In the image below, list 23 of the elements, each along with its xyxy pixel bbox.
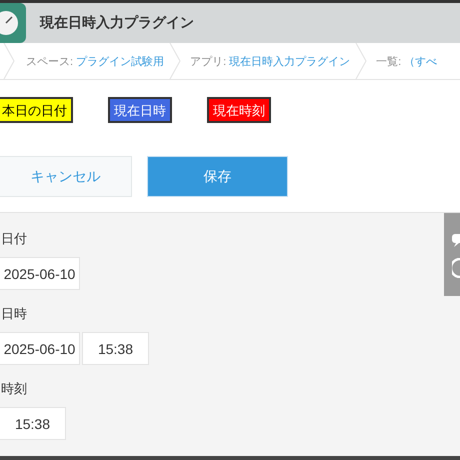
field-label: 日付 (1, 230, 28, 248)
app-title: 現在日時入力プラグイン (40, 14, 194, 32)
breadcrumb-label: スペース: (26, 54, 74, 68)
time-field[interactable]: 15:38 (0, 407, 66, 440)
breadcrumb-label: アプリ: (190, 54, 226, 68)
clock-icon (0, 3, 26, 43)
breadcrumb-label: 一覧: (376, 54, 402, 68)
side-tab[interactable] (444, 213, 460, 296)
breadcrumb-link[interactable]: 現在日時入力プラグイン (229, 54, 350, 68)
clock-icon (452, 258, 460, 278)
insert-button[interactable]: 本日の日付 (0, 97, 73, 123)
comment-icon (452, 232, 460, 248)
breadcrumb-link[interactable]: （すべ (404, 54, 438, 68)
breadcrumb-link[interactable]: プラグイン試験用 (76, 54, 164, 68)
date-field[interactable]: 2025-06-10 (0, 332, 80, 365)
cancel-button[interactable]: キャンセル (0, 156, 132, 197)
field-label: 日時 (1, 305, 28, 323)
insert-button[interactable]: 現在日時 (108, 97, 172, 123)
field-label: 時刻 (1, 380, 28, 398)
insert-button[interactable]: 現在時刻 (207, 97, 271, 123)
save-button[interactable]: 保存 (147, 156, 288, 197)
date-field[interactable]: 2025-06-10 (0, 257, 80, 290)
time-field[interactable]: 15:38 (82, 332, 149, 365)
